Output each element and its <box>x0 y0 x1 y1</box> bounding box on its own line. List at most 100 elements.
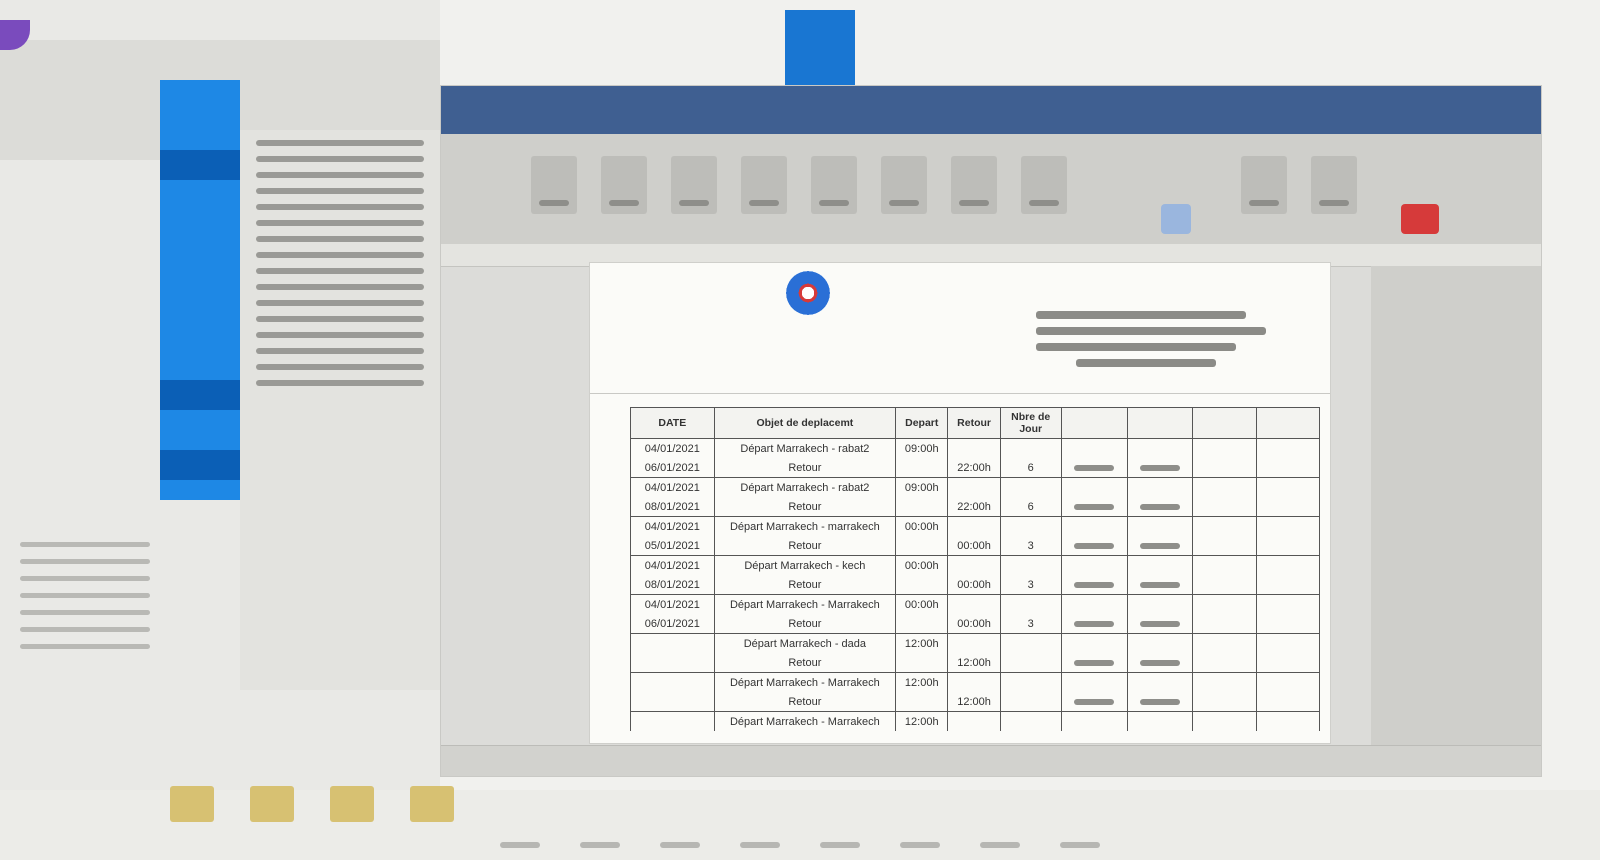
unreadable-value <box>1074 581 1115 588</box>
unreadable-value <box>1139 620 1180 627</box>
toolbar-button[interactable] <box>601 156 647 214</box>
taskbar-item[interactable] <box>1060 842 1100 848</box>
address-block <box>1036 303 1276 375</box>
table-cell <box>1192 692 1257 712</box>
depart-cell: 09:00h <box>895 477 949 497</box>
date-cell: 04/01/2021 <box>630 477 715 497</box>
title-bar[interactable] <box>441 86 1541 134</box>
unreadable-value <box>1074 659 1115 666</box>
taskbar-app-icon[interactable] <box>330 786 374 822</box>
toolbar-button[interactable] <box>741 156 787 214</box>
ribbon-toolbar <box>441 134 1541 244</box>
toolbar-button[interactable] <box>1241 156 1287 214</box>
toolbar-button[interactable] <box>951 156 997 214</box>
table-cell <box>1192 477 1257 497</box>
sidebar-band <box>160 380 240 410</box>
taskbar-item[interactable] <box>820 842 860 848</box>
col-header <box>1192 407 1257 439</box>
left-panel-list[interactable] <box>0 530 240 661</box>
object-cell: Retour <box>713 653 897 673</box>
table-cell <box>895 614 949 634</box>
table-cell <box>895 653 949 673</box>
col-header: DATE <box>630 407 715 439</box>
table-row: Départ Marrakech - Marrakech 12:00h <box>630 672 1321 692</box>
depart-cell: 00:00h <box>895 594 949 614</box>
table-cell <box>895 458 949 478</box>
document-page[interactable]: DATE Objet de deplacemt Depart Retour Nb… <box>589 262 1331 744</box>
toolbar-button[interactable] <box>531 156 577 214</box>
col-header: Retour <box>947 407 1001 439</box>
table-cell <box>1255 536 1321 556</box>
table-cell <box>1126 458 1194 478</box>
object-cell: Retour <box>713 575 897 595</box>
object-cell: Retour <box>713 497 897 517</box>
table-row: 04/01/2021 Départ Marrakech - Marrakech 00… <box>630 594 1321 614</box>
days-cell <box>999 653 1062 673</box>
table-cell <box>1126 614 1194 634</box>
table-cell <box>947 516 1001 536</box>
depart-cell: 12:00h <box>895 672 949 692</box>
table-cell <box>1255 555 1321 575</box>
table-cell <box>947 555 1001 575</box>
days-cell: 3 <box>999 614 1062 634</box>
date-cell: 04/01/2021 <box>630 438 715 458</box>
blue-toolbar-icon[interactable] <box>1161 204 1191 234</box>
date-cell <box>630 672 715 692</box>
table-cell <box>1126 536 1194 556</box>
table-cell <box>999 555 1062 575</box>
table-cell <box>999 672 1062 692</box>
taskbar-item[interactable] <box>980 842 1020 848</box>
toolbar-button[interactable] <box>1311 156 1357 214</box>
scroll-area[interactable] <box>1371 266 1541 746</box>
return-cell: 00:00h <box>947 614 1001 634</box>
table-cell <box>999 633 1062 653</box>
object-cell: Départ Marrakech - dada <box>713 633 897 653</box>
taskbar-app-icon[interactable] <box>250 786 294 822</box>
table-row: 04/01/2021 Départ Marrakech - rabat2 09:00… <box>630 477 1321 497</box>
red-toolbar-icon[interactable] <box>1401 204 1439 234</box>
table-cell <box>1192 458 1257 478</box>
unreadable-value <box>1139 659 1180 666</box>
depart-cell: 00:00h <box>895 555 949 575</box>
table-cell <box>1060 633 1128 653</box>
depart-cell: 00:00h <box>895 516 949 536</box>
toolbar-button[interactable] <box>1021 156 1067 214</box>
table-cell <box>1255 575 1321 595</box>
table-cell <box>1126 555 1194 575</box>
file-list[interactable] <box>240 130 440 690</box>
active-tab[interactable] <box>785 10 855 90</box>
return-cell: 12:00h <box>947 692 1001 712</box>
taskbar-item[interactable] <box>740 842 780 848</box>
depart-cell: 12:00h <box>895 633 949 653</box>
unreadable-value <box>1139 464 1180 471</box>
toolbar-button[interactable] <box>671 156 717 214</box>
table-cell <box>1255 477 1321 497</box>
table-row: 06/01/2021 Retour 00:00h 3 <box>630 614 1321 634</box>
taskbar-item[interactable] <box>900 842 940 848</box>
days-cell: 6 <box>999 458 1062 478</box>
table-cell <box>1060 497 1128 517</box>
taskbar-app-icon[interactable] <box>410 786 454 822</box>
table-cell <box>1060 594 1128 614</box>
date-cell: 06/01/2021 <box>630 614 715 634</box>
table-cell <box>1060 458 1128 478</box>
header-separator <box>590 393 1330 394</box>
taskbar-item[interactable] <box>500 842 540 848</box>
table-cell <box>1060 477 1128 497</box>
return-cell: 22:00h <box>947 497 1001 517</box>
table-row: Départ Marrakech - dada 12:00h <box>630 633 1321 653</box>
toolbar-button[interactable] <box>811 156 857 214</box>
table-cell <box>1126 672 1194 692</box>
days-cell: 3 <box>999 536 1062 556</box>
date-cell: 08/01/2021 <box>630 497 715 517</box>
table-row: Départ Marrakech - Marrakech 12:00h <box>630 711 1321 731</box>
depart-cell: 09:00h <box>895 438 949 458</box>
table-cell <box>1255 672 1321 692</box>
table-cell <box>1192 594 1257 614</box>
taskbar-app-icon[interactable] <box>170 786 214 822</box>
toolbar-button[interactable] <box>881 156 927 214</box>
taskbar-item[interactable] <box>580 842 620 848</box>
taskbar-item[interactable] <box>660 842 700 848</box>
return-cell: 12:00h <box>947 653 1001 673</box>
table-cell <box>1126 633 1194 653</box>
